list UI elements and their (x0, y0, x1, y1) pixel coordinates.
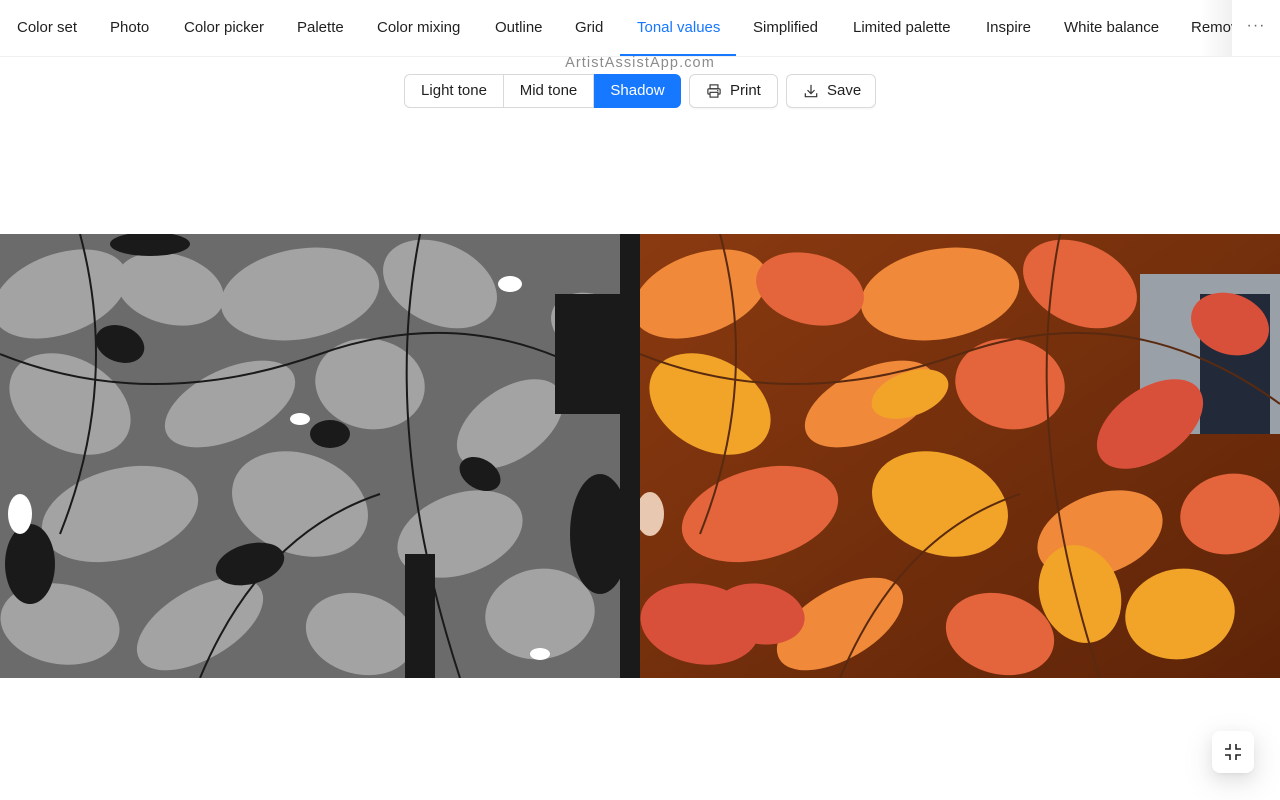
print-button[interactable]: Print (689, 74, 778, 108)
tab-tonal-values[interactable]: Tonal values (637, 0, 720, 56)
download-icon (804, 84, 818, 98)
original-photo (640, 234, 1280, 678)
print-label: Print (730, 82, 761, 99)
tab-inspire[interactable]: Inspire (986, 0, 1031, 56)
save-label: Save (827, 82, 862, 99)
tabs-overflow-fade (1200, 0, 1232, 56)
tab-grid[interactable]: Grid (575, 0, 603, 56)
segment-mid-tone[interactable]: Mid tone (503, 74, 594, 108)
exit-fullscreen-button[interactable] (1212, 731, 1254, 773)
printer-icon (707, 84, 721, 98)
tab-outline[interactable]: Outline (495, 0, 543, 56)
tab-simplified[interactable]: Simplified (753, 0, 818, 56)
tab-photo[interactable]: Photo (110, 0, 149, 56)
segment-light-tone[interactable]: Light tone (404, 74, 504, 108)
top-tab-bar: Color set Photo Color picker Palette Col… (0, 0, 1280, 57)
tab-white-balance[interactable]: White balance (1064, 0, 1159, 56)
tonal-toolbar: Light tone Mid tone Shadow Print Save (404, 74, 876, 108)
tab-color-set[interactable]: Color set (17, 0, 77, 56)
tab-list: Color set Photo Color picker Palette Col… (0, 0, 1232, 56)
more-tabs-button[interactable]: ··· (1232, 0, 1280, 56)
save-button[interactable]: Save (786, 74, 876, 108)
watermark-text: ArtistAssistApp.com (565, 55, 715, 71)
tab-color-picker[interactable]: Color picker (184, 0, 264, 56)
tab-limited-palette[interactable]: Limited palette (853, 0, 951, 56)
tab-palette[interactable]: Palette (297, 0, 344, 56)
exit-fullscreen-icon (1225, 744, 1241, 760)
tonal-values-image (0, 234, 640, 678)
segment-shadow[interactable]: Shadow (594, 74, 681, 108)
tab-color-mixing[interactable]: Color mixing (377, 0, 460, 56)
